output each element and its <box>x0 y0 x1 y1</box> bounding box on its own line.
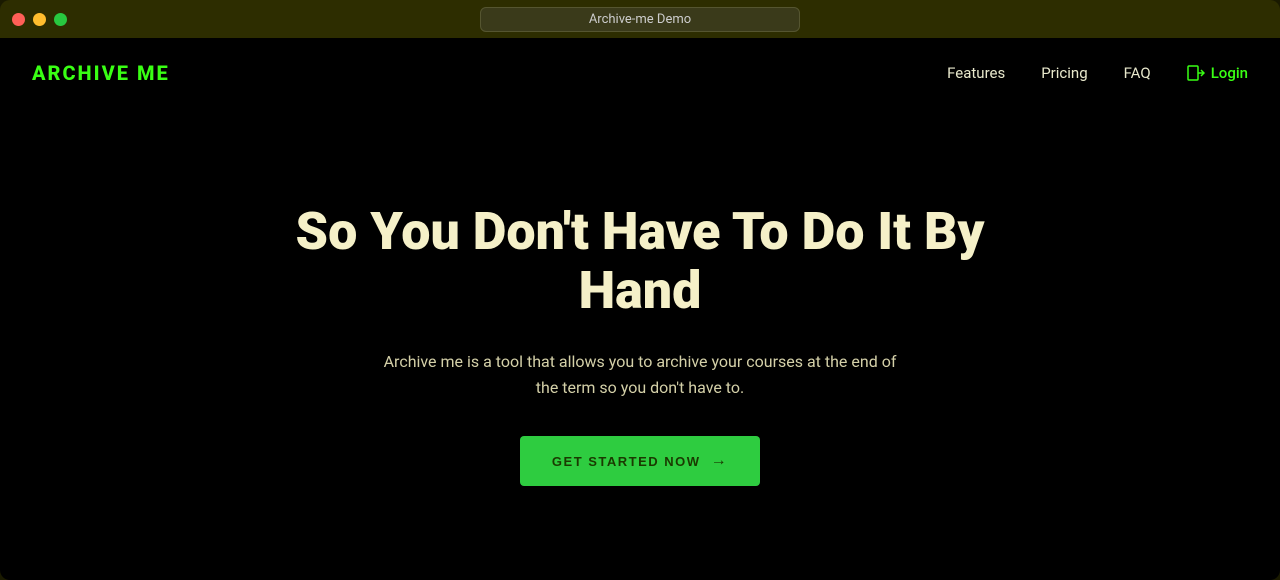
cta-button[interactable]: GET STARTED NOW → <box>520 436 760 486</box>
hero-subtitle: Archive me is a tool that allows you to … <box>380 349 900 400</box>
minimize-button[interactable] <box>33 13 46 26</box>
login-label: Login <box>1211 64 1248 82</box>
navigation: ARCHIVE ME Features Pricing FAQ Login <box>0 38 1280 108</box>
hero-title: So You Don't Have To Do It By Hand <box>290 202 990 322</box>
cta-label: GET STARTED NOW <box>552 454 701 469</box>
login-icon <box>1187 65 1205 81</box>
maximize-button[interactable] <box>54 13 67 26</box>
browser-window: Archive-me Demo ARCHIVE ME Features Pric… <box>0 0 1280 580</box>
logo: ARCHIVE ME <box>32 61 170 85</box>
title-bar: Archive-me Demo <box>0 0 1280 38</box>
address-bar[interactable]: Archive-me Demo <box>480 7 800 32</box>
nav-login[interactable]: Login <box>1187 64 1248 82</box>
close-button[interactable] <box>12 13 25 26</box>
hero-section: So You Don't Have To Do It By Hand Archi… <box>0 108 1280 580</box>
website-content: ARCHIVE ME Features Pricing FAQ Login So… <box>0 38 1280 580</box>
arrow-icon: → <box>711 452 729 470</box>
nav-faq[interactable]: FAQ <box>1124 64 1151 82</box>
traffic-lights <box>12 13 67 26</box>
nav-features[interactable]: Features <box>947 64 1005 82</box>
nav-pricing[interactable]: Pricing <box>1041 64 1087 82</box>
nav-links: Features Pricing FAQ Login <box>947 64 1248 82</box>
